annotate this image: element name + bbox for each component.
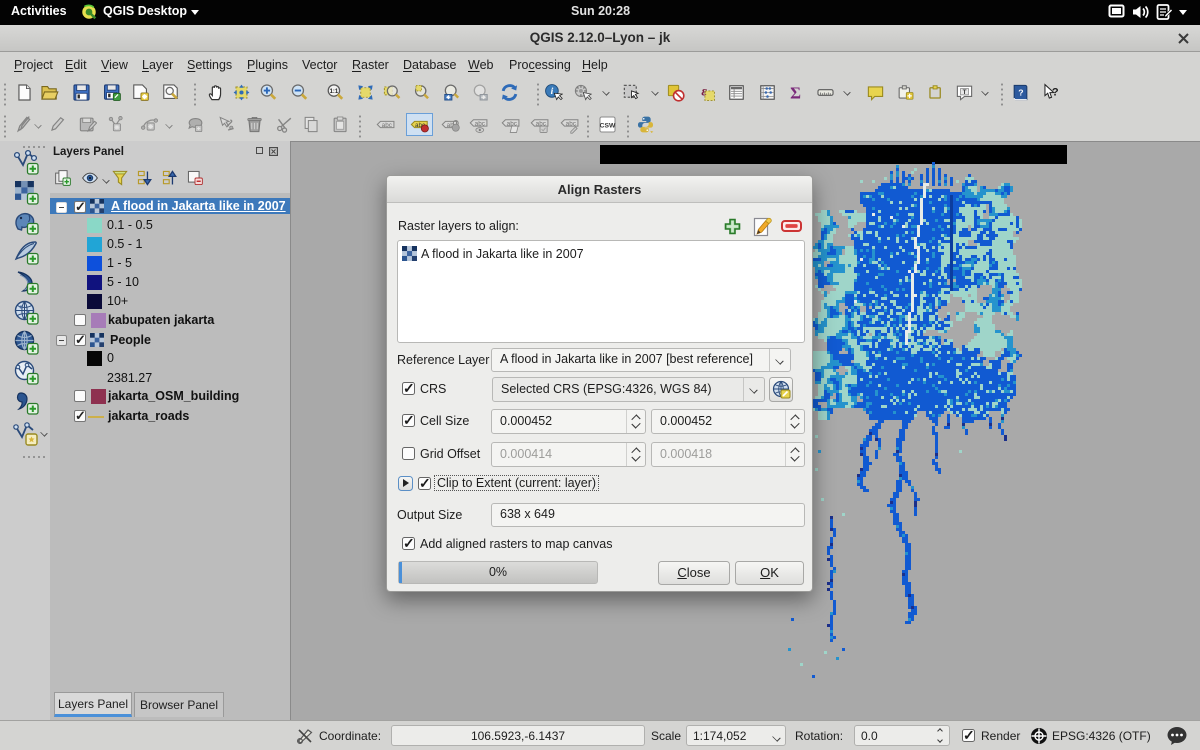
svg-text:Σ: Σ bbox=[790, 83, 801, 102]
svg-text:abc: abc bbox=[475, 120, 485, 127]
svg-text:CSW: CSW bbox=[600, 122, 616, 129]
svg-text:abc: abc bbox=[566, 120, 576, 127]
svg-text:1:1: 1:1 bbox=[330, 89, 339, 95]
svg-text:abc: abc bbox=[382, 122, 392, 129]
svg-text:?: ? bbox=[1052, 87, 1059, 99]
svg-text:T: T bbox=[963, 89, 967, 96]
svg-text:?: ? bbox=[1018, 87, 1023, 97]
svg-text:ε: ε bbox=[701, 84, 707, 99]
svg-text:i: i bbox=[551, 87, 554, 97]
